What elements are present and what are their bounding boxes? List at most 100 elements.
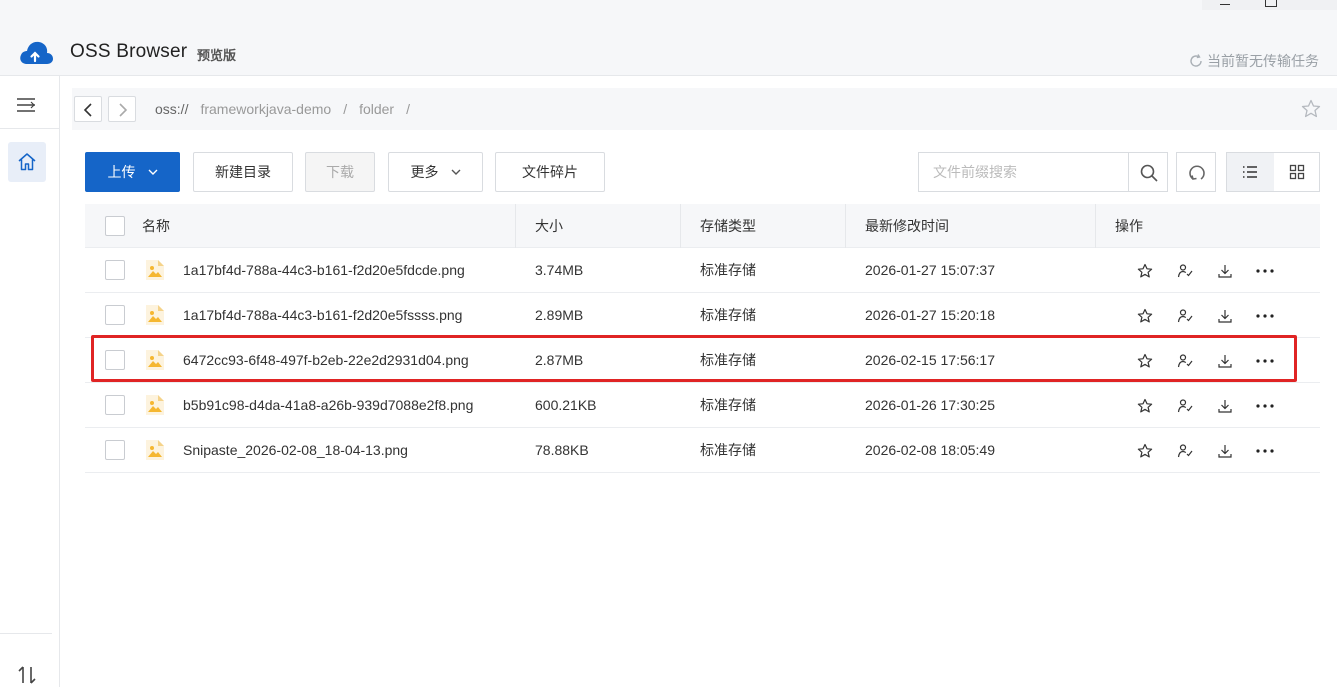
cloud-logo-icon bbox=[20, 41, 53, 64]
star-icon[interactable] bbox=[1301, 99, 1321, 119]
table-header: 名称 大小 存储类型 最新修改时间 操作 bbox=[85, 204, 1320, 248]
row-actions bbox=[1125, 441, 1285, 461]
sort-icon[interactable] bbox=[16, 664, 38, 686]
maximize-button[interactable] bbox=[1247, 0, 1292, 10]
download-button-label: 下载 bbox=[326, 164, 354, 180]
storage-class: 标准存储 bbox=[700, 352, 756, 368]
download-icon bbox=[1218, 445, 1232, 458]
share-button[interactable] bbox=[1165, 261, 1205, 281]
favorite-button[interactable] bbox=[1125, 261, 1165, 281]
download-file-button[interactable] bbox=[1205, 306, 1245, 326]
more-icon bbox=[1256, 449, 1274, 453]
share-button[interactable] bbox=[1165, 351, 1205, 371]
share-user-icon bbox=[1177, 354, 1193, 368]
storage-class: 标准存储 bbox=[700, 307, 756, 323]
breadcrumb-separator: / bbox=[343, 101, 348, 117]
upload-button-label: 上传 bbox=[107, 164, 136, 180]
breadcrumb-bucket[interactable]: frameworkjava-demo bbox=[200, 101, 331, 117]
transfer-status-label: 当前暂无传输任务 bbox=[1207, 53, 1319, 69]
chevron-right-icon bbox=[119, 103, 128, 117]
menu-icon[interactable] bbox=[14, 94, 38, 116]
share-button[interactable] bbox=[1165, 441, 1205, 461]
select-all-checkbox[interactable] bbox=[105, 216, 125, 236]
share-button[interactable] bbox=[1165, 306, 1205, 326]
download-file-button[interactable] bbox=[1205, 441, 1245, 461]
column-header-name[interactable]: 名称 bbox=[142, 204, 170, 248]
favorite-button[interactable] bbox=[1125, 441, 1165, 461]
share-user-icon bbox=[1177, 264, 1193, 278]
column-divider bbox=[845, 204, 846, 248]
grid-view-button[interactable] bbox=[1274, 153, 1320, 191]
row-checkbox[interactable] bbox=[105, 395, 125, 415]
more-actions-button[interactable] bbox=[1245, 306, 1285, 326]
table-row[interactable]: 6472cc93-6f48-497f-b2eb-22e2d2931d04.png… bbox=[85, 338, 1320, 383]
new-folder-button-label: 新建目录 bbox=[215, 164, 271, 180]
star-icon bbox=[1137, 443, 1153, 458]
download-file-button[interactable] bbox=[1205, 396, 1245, 416]
table-row[interactable]: b5b91c98-d4da-41a8-a26b-939d7088e2f8.png… bbox=[85, 383, 1320, 428]
upload-button[interactable]: 上传 bbox=[85, 152, 180, 192]
modified-time: 2026-01-27 15:07:37 bbox=[865, 262, 995, 278]
favorite-button[interactable] bbox=[1125, 396, 1165, 416]
refresh-button[interactable] bbox=[1176, 152, 1216, 192]
star-icon bbox=[1137, 398, 1153, 413]
search-button[interactable] bbox=[1128, 152, 1168, 192]
download-button[interactable]: 下载 bbox=[305, 152, 375, 192]
favorite-button[interactable] bbox=[1125, 306, 1165, 326]
share-button[interactable] bbox=[1165, 396, 1205, 416]
column-header-modified[interactable]: 最新修改时间 bbox=[865, 204, 949, 248]
row-checkbox[interactable] bbox=[105, 260, 125, 280]
file-size: 3.74MB bbox=[535, 262, 584, 278]
file-table: 名称 大小 存储类型 最新修改时间 操作 1a17bf4d-788a-44c3-… bbox=[85, 204, 1320, 473]
chevron-left-icon bbox=[83, 103, 92, 117]
image-file-icon bbox=[146, 350, 164, 370]
search-input[interactable] bbox=[918, 152, 1129, 192]
more-actions-button[interactable] bbox=[1245, 396, 1285, 416]
row-actions bbox=[1125, 351, 1285, 371]
image-file-icon bbox=[146, 395, 164, 415]
column-header-storage[interactable]: 存储类型 bbox=[700, 204, 756, 248]
more-actions-button[interactable] bbox=[1245, 261, 1285, 281]
table-row[interactable]: 1a17bf4d-788a-44c3-b161-f2d20e5fssss.png… bbox=[85, 293, 1320, 338]
close-button[interactable] bbox=[1292, 0, 1337, 10]
download-file-button[interactable] bbox=[1205, 351, 1245, 371]
chevron-down-icon bbox=[451, 169, 460, 175]
transfer-status[interactable]: 当前暂无传输任务 bbox=[1189, 51, 1319, 71]
more-button[interactable]: 更多 bbox=[388, 152, 483, 192]
row-checkbox[interactable] bbox=[105, 305, 125, 325]
favorite-button[interactable] bbox=[1125, 351, 1165, 371]
app-title: OSS Browser bbox=[70, 41, 188, 62]
file-name-link[interactable]: b5b91c98-d4da-41a8-a26b-939d7088e2f8.png bbox=[183, 383, 473, 428]
download-icon bbox=[1218, 355, 1232, 368]
minimize-button[interactable] bbox=[1202, 0, 1247, 10]
more-icon bbox=[1256, 404, 1274, 408]
forward-button[interactable] bbox=[108, 96, 136, 122]
column-header-size[interactable]: 大小 bbox=[535, 204, 563, 248]
title-bar: OSS Browser 预览版 当前暂无传输任务 bbox=[0, 0, 1337, 76]
file-name-link[interactable]: 6472cc93-6f48-497f-b2eb-22e2d2931d04.png bbox=[183, 338, 469, 383]
file-fragments-button[interactable]: 文件碎片 bbox=[495, 152, 605, 192]
download-icon bbox=[1218, 400, 1232, 413]
new-folder-button[interactable]: 新建目录 bbox=[193, 152, 293, 192]
table-row[interactable]: 1a17bf4d-788a-44c3-b161-f2d20e5fdcde.png… bbox=[85, 248, 1320, 293]
breadcrumb-scheme[interactable]: oss:// bbox=[155, 101, 188, 117]
file-name-link[interactable]: Snipaste_2026-02-08_18-04-13.png bbox=[183, 428, 408, 473]
file-name-link[interactable]: 1a17bf4d-788a-44c3-b161-f2d20e5fssss.png bbox=[183, 293, 462, 338]
table-row[interactable]: Snipaste_2026-02-08_18-04-13.png 78.88KB… bbox=[85, 428, 1320, 473]
refresh-icon bbox=[1190, 54, 1202, 67]
storage-class: 标准存储 bbox=[700, 397, 756, 413]
file-name-link[interactable]: 1a17bf4d-788a-44c3-b161-f2d20e5fdcde.png bbox=[183, 248, 465, 293]
modified-time: 2026-02-08 18:05:49 bbox=[865, 442, 995, 458]
sidebar-item-home[interactable] bbox=[8, 142, 46, 182]
row-checkbox[interactable] bbox=[105, 350, 125, 370]
sidebar-divider bbox=[0, 633, 52, 634]
breadcrumb-folder[interactable]: folder bbox=[359, 101, 394, 117]
file-size: 600.21KB bbox=[535, 397, 597, 413]
back-button[interactable] bbox=[74, 96, 102, 122]
more-actions-button[interactable] bbox=[1245, 351, 1285, 371]
row-checkbox[interactable] bbox=[105, 440, 125, 460]
download-file-button[interactable] bbox=[1205, 261, 1245, 281]
breadcrumb[interactable]: oss:// frameworkjava-demo / folder / bbox=[155, 101, 422, 117]
list-view-button[interactable] bbox=[1227, 153, 1274, 191]
more-actions-button[interactable] bbox=[1245, 441, 1285, 461]
